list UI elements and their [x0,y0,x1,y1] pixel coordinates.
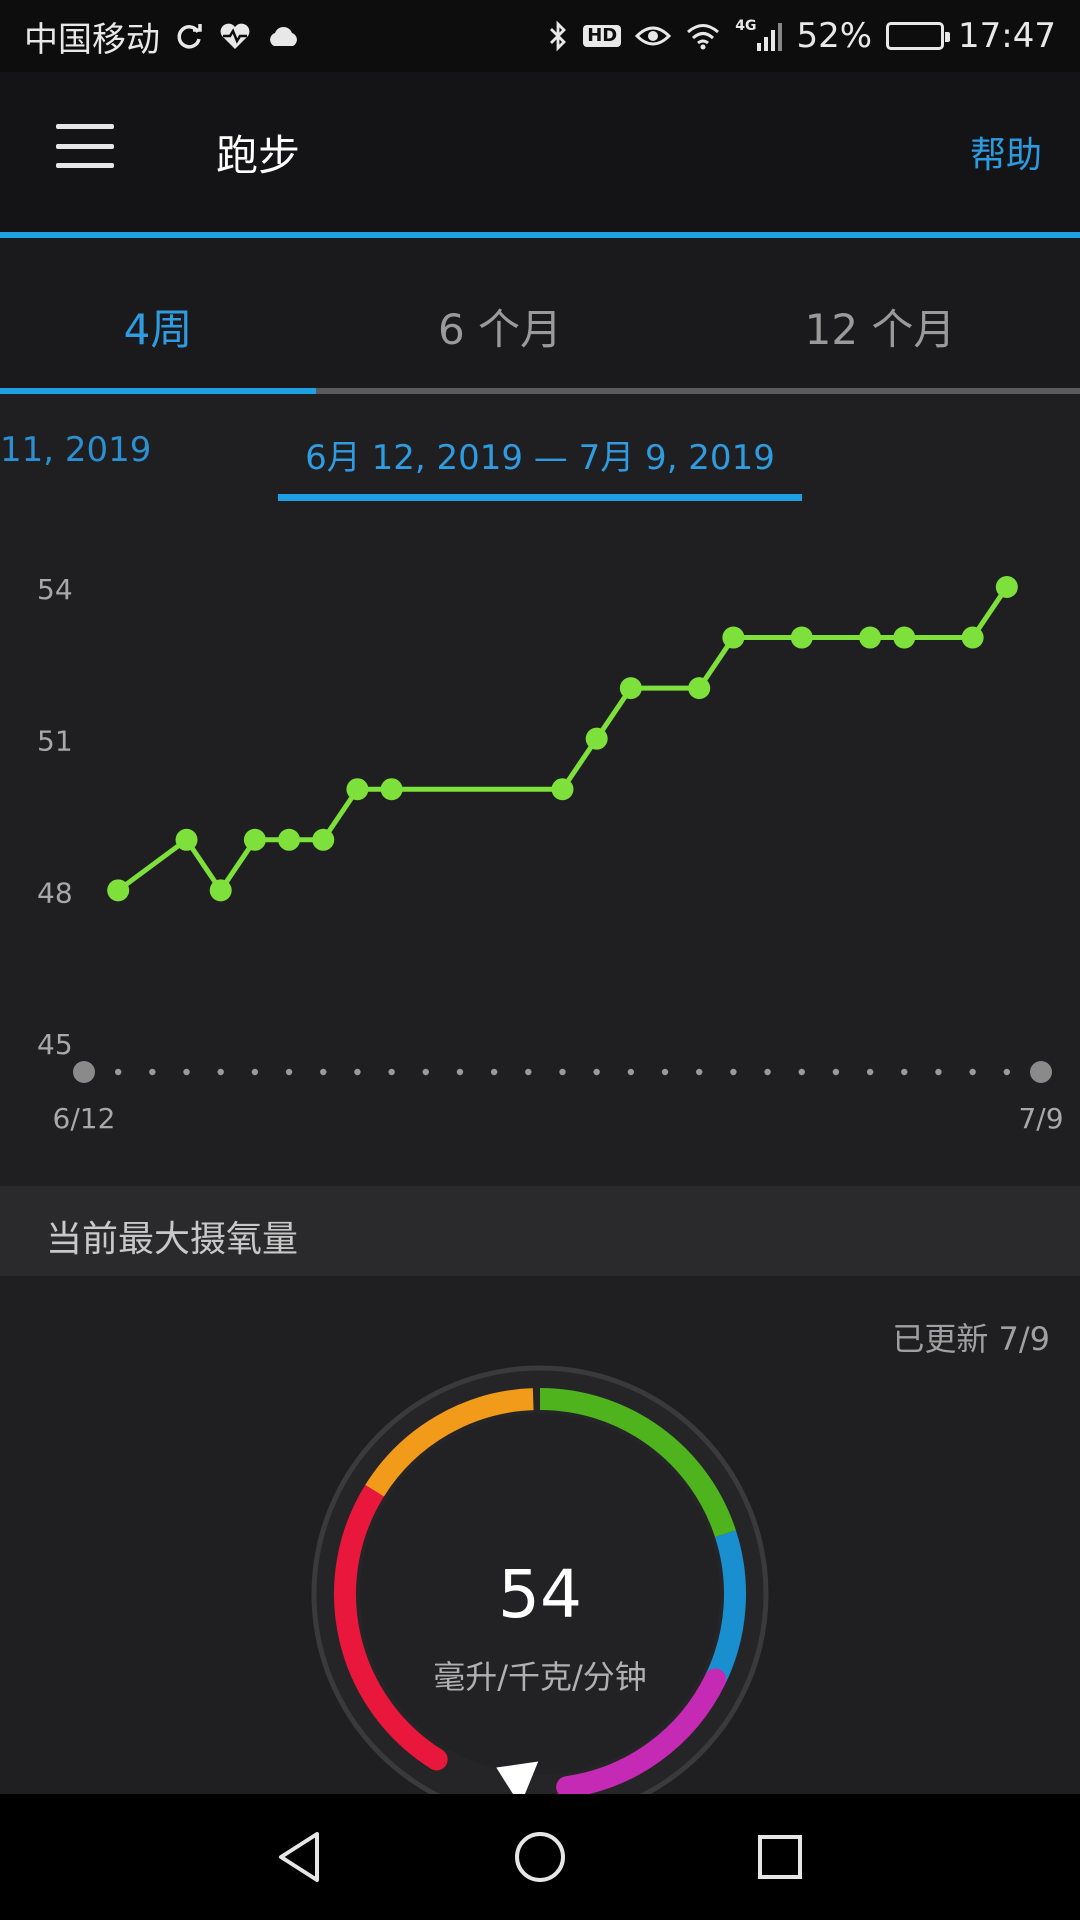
axis-dot [969,1068,976,1076]
axis-dot [456,1068,464,1076]
eye-icon [635,23,672,49]
axis-dot [935,1068,942,1076]
data-point [619,677,642,700]
date-range-selector: 11, 2019 6月 12, 2019 — 7月 9, 2019 [0,394,1080,504]
axis-dot [901,1068,908,1076]
data-point [346,778,369,801]
axis-dot [798,1068,805,1076]
axis-dot [627,1068,635,1076]
battery-percent: 52% [796,16,873,56]
battery-icon [886,22,951,50]
signal-icon: 4G [735,18,783,51]
carrier-label: 中国移动 [24,19,160,60]
axis-dot [388,1068,395,1076]
y-tick-label: 51 [37,725,73,758]
period-tabs: 4周 6 个月 12 个月 [0,238,1080,394]
bluetooth-icon [547,20,569,52]
vo2-max-card: 已更新 7/9 54 毫升/千克/分钟 [0,1276,1080,1794]
previous-range[interactable]: 11, 2019 [0,430,151,470]
axis-dot [183,1068,190,1076]
cloud-icon [266,24,300,48]
data-point [278,828,301,851]
axis-dot [320,1068,327,1076]
axis-dot [285,1068,293,1076]
section-title: 当前最大摄氧量 [46,1219,299,1260]
current-range-underline [278,494,802,501]
x-tick-label: 6/12 [53,1102,116,1135]
data-point [961,626,984,649]
y-tick-label: 45 [37,1028,73,1061]
axis-dot [217,1068,224,1076]
axis-dot [764,1068,771,1076]
app-bar: 跑步 帮助 [0,72,1080,238]
status-bar: 中国移动 HD 4G 52% 17:47 [0,0,1080,72]
system-nav-bar [0,1794,1080,1920]
axis-dot [696,1068,703,1076]
data-point [243,828,266,851]
sync-icon [174,21,204,51]
vo2-unit: 毫升/千克/分钟 [433,1658,647,1696]
axis-dot [730,1068,737,1076]
data-point [688,677,711,700]
data-point [380,778,403,801]
page-title: 跑步 [216,131,301,180]
clock: 17:47 [958,16,1056,56]
hd-icon: HD [583,25,622,47]
axis-dot [490,1068,498,1076]
current-range[interactable]: 6月 12, 2019 — 7月 9, 2019 [278,430,802,479]
recents-icon[interactable] [720,1794,840,1920]
axis-dot [149,1068,156,1076]
axis-dot [114,1068,122,1076]
data-point [859,626,882,649]
x-tick-label: 7/9 [1018,1102,1063,1135]
axis-dot [559,1068,566,1076]
y-tick-label: 48 [37,876,73,909]
axis-end-dot [73,1061,95,1083]
data-point [585,727,608,750]
home-icon[interactable] [480,1794,600,1920]
back-icon[interactable] [240,1794,360,1920]
axis-dot [866,1068,874,1076]
heart-rate-icon [218,21,252,51]
data-point [790,626,813,649]
section-header: 当前最大摄氧量 [0,1186,1080,1276]
axis-dot [354,1068,361,1076]
axis-dot [661,1068,669,1076]
updated-date: 已更新 7/9 [892,1320,1050,1358]
axis-end-dot [1030,1061,1052,1083]
vo2-value: 54 [498,1556,582,1633]
axis-dot [422,1068,429,1076]
y-tick-label: 54 [37,573,73,606]
data-point [312,828,335,851]
tab-12-months[interactable]: 12 个月 [720,296,1040,357]
data-point [722,626,745,649]
axis-dot [832,1068,840,1076]
data-point [107,879,130,902]
vo2-trend-chart: 54 51 48 45 6/12 7/9 [0,504,1080,1184]
line-chart: 54 51 48 45 6/12 7/9 [37,573,1064,1135]
tab-6-months[interactable]: 6 个月 [340,296,660,357]
hamburger-menu-icon[interactable] [56,124,114,168]
data-point [175,828,198,851]
help-button[interactable]: 帮助 [970,126,1042,178]
data-point [893,626,916,649]
axis-dot [593,1068,600,1076]
axis-dot [251,1068,259,1076]
data-point [209,879,232,902]
data-point [995,576,1018,598]
axis-dot [525,1068,532,1076]
axis-dot [1003,1068,1011,1076]
tab-4-weeks[interactable]: 4周 [0,296,316,357]
wifi-icon [685,22,721,50]
data-point [551,778,574,801]
